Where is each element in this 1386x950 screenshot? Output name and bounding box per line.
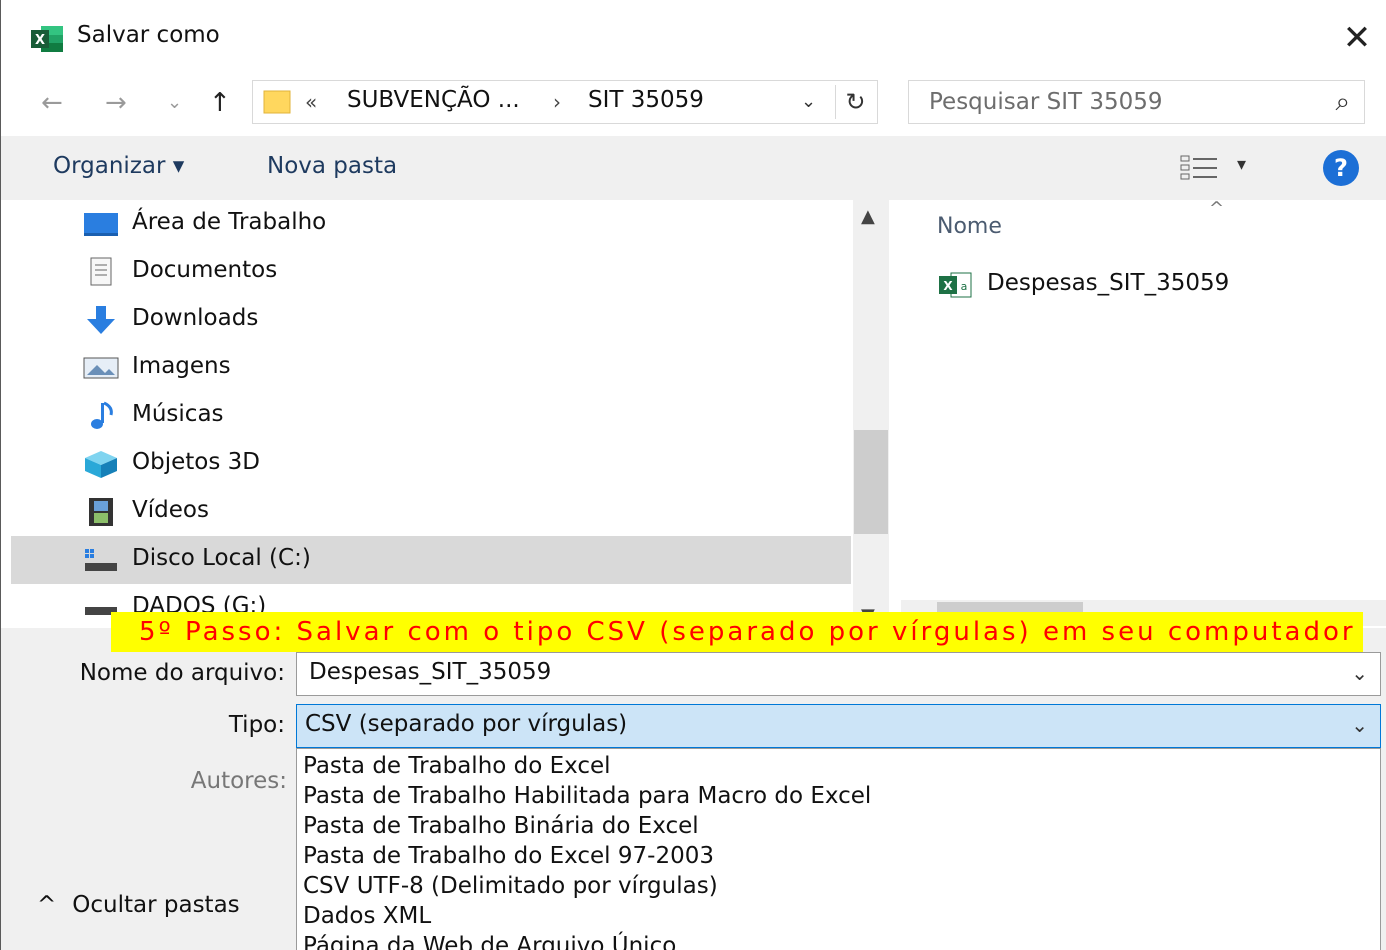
videos-icon — [89, 498, 113, 526]
type-option[interactable]: Pasta de Trabalho Binária do Excel — [303, 813, 699, 839]
search-placeholder: Pesquisar SIT 35059 — [929, 89, 1163, 115]
type-option[interactable]: CSV UTF-8 (Delimitado por vírgulas) — [303, 873, 718, 899]
hide-folders-button[interactable]: ^ Ocultar pastas — [37, 892, 240, 918]
save-as-dialog: X Salvar como ✕ ← → ⌄ ↑ « SUBVENÇÃO ... … — [0, 0, 1386, 950]
chevron-up-icon: ^ — [37, 892, 57, 918]
hide-folders-label: Ocultar pastas — [72, 892, 240, 918]
organize-button[interactable]: Organizar ▾ — [53, 153, 184, 179]
type-label: Tipo: — [228, 712, 285, 738]
file-type-select[interactable]: CSV (separado por vírgulas) ⌄ — [296, 704, 1381, 748]
file-list-pane: ^ Nome X a Despesas_SIT_35059 — [891, 198, 1386, 628]
view-dropdown-button[interactable]: ▾ — [1237, 154, 1246, 175]
nav-item-videos[interactable]: Vídeos — [11, 488, 851, 536]
chevron-down-icon[interactable]: ⌄ — [1351, 661, 1368, 685]
drive-icon — [85, 549, 117, 571]
address-bar[interactable]: « SUBVENÇÃO ... › SIT 35059 ⌄ ↻ — [252, 80, 878, 124]
nav-item-label: Documentos — [132, 257, 278, 283]
svg-text:a: a — [961, 280, 968, 293]
nav-item-label: Objetos 3D — [132, 449, 260, 475]
navigation-pane: Área de Trabalho Documentos Downloads Im… — [11, 200, 887, 628]
scrollbar-thumb[interactable] — [854, 430, 888, 534]
search-box[interactable]: Pesquisar SIT 35059 ⌕ — [908, 80, 1365, 124]
search-icon[interactable]: ⌕ — [1335, 87, 1350, 118]
back-button[interactable]: ← — [41, 86, 63, 120]
recent-locations-button[interactable]: ⌄ — [167, 86, 182, 120]
window-title: Salvar como — [77, 22, 220, 48]
nav-item-music[interactable]: Músicas — [11, 392, 851, 440]
nav-item-pictures[interactable]: Imagens — [11, 344, 851, 392]
new-folder-button[interactable]: Nova pasta — [267, 153, 397, 179]
forward-button[interactable]: → — [105, 86, 127, 120]
svg-text:X: X — [35, 33, 45, 48]
breadcrumb-subvencao[interactable]: SUBVENÇÃO ... — [347, 87, 520, 113]
title-bar: X Salvar como ✕ — [1, 0, 1386, 76]
nav-item-label: Área de Trabalho — [132, 209, 327, 235]
navigation-scrollbar[interactable]: ▲ ▼ — [853, 200, 889, 628]
authors-label: Autores: — [190, 768, 287, 794]
nav-item-local-disk-c[interactable]: Disco Local (C:) — [11, 536, 851, 584]
downloads-icon — [87, 306, 115, 334]
nav-item-documents[interactable]: Documentos — [11, 248, 851, 296]
nav-item-label: Imagens — [132, 353, 231, 379]
breadcrumb-sit-35059[interactable]: SIT 35059 — [588, 87, 704, 113]
nav-item-downloads[interactable]: Downloads — [11, 296, 851, 344]
filename-label: Nome do arquivo: — [79, 660, 285, 686]
3d-objects-icon — [85, 451, 117, 478]
breadcrumb-separator[interactable]: › — [553, 90, 561, 114]
excel-logo-icon: X — [31, 26, 63, 52]
chevron-down-icon[interactable]: ⌄ — [1351, 713, 1368, 737]
view-options-icon[interactable] — [1179, 154, 1219, 182]
file-name: Despesas_SIT_35059 — [987, 270, 1230, 296]
nav-item-label: Músicas — [132, 401, 224, 427]
breadcrumb-overflow[interactable]: « — [305, 90, 317, 114]
type-option[interactable]: Pasta de Trabalho do Excel 97-2003 — [303, 843, 714, 869]
desktop-icon — [84, 213, 118, 236]
svg-text:X: X — [943, 279, 953, 293]
scroll-up-icon[interactable]: ▲ — [861, 206, 875, 227]
nav-item-desktop[interactable]: Área de Trabalho — [11, 200, 851, 248]
pictures-icon — [83, 357, 119, 379]
up-button[interactable]: ↑ — [209, 86, 231, 120]
address-dropdown-button[interactable]: ⌄ — [801, 91, 816, 112]
file-type-value: CSV (separado por vírgulas) — [305, 711, 628, 737]
nav-item-label: Disco Local (C:) — [132, 545, 311, 571]
nav-item-3d-objects[interactable]: Objetos 3D — [11, 440, 851, 488]
file-type-dropdown-list: Pasta de Trabalho do Excel Pasta de Trab… — [296, 748, 1381, 950]
sort-indicator-icon: ^ — [1209, 198, 1225, 219]
refresh-button[interactable]: ↻ — [835, 85, 875, 119]
type-option[interactable]: Página da Web de Arquivo Único — [303, 933, 676, 950]
type-option[interactable]: Pasta de Trabalho do Excel — [303, 753, 611, 779]
excel-file-icon: X a — [939, 272, 972, 298]
documents-icon — [90, 257, 112, 286]
close-button[interactable]: ✕ — [1337, 18, 1377, 58]
folder-icon — [263, 90, 291, 114]
type-option[interactable]: Pasta de Trabalho Habilitada para Macro … — [303, 783, 871, 809]
annotation-banner: 5º Passo: Salvar com o tipo CSV (separad… — [111, 612, 1363, 652]
nav-item-label: Downloads — [132, 305, 259, 331]
column-header-name[interactable]: Nome — [937, 214, 1002, 239]
help-icon[interactable]: ? — [1323, 150, 1359, 186]
nav-item-label: Vídeos — [132, 497, 209, 523]
command-bar: Organizar ▾ Nova pasta ▾ ? — [1, 136, 1386, 200]
type-option[interactable]: Dados XML — [303, 903, 431, 929]
filename-value: Despesas_SIT_35059 — [309, 659, 552, 685]
filename-input[interactable]: Despesas_SIT_35059 ⌄ — [296, 652, 1381, 696]
music-icon — [91, 401, 113, 429]
